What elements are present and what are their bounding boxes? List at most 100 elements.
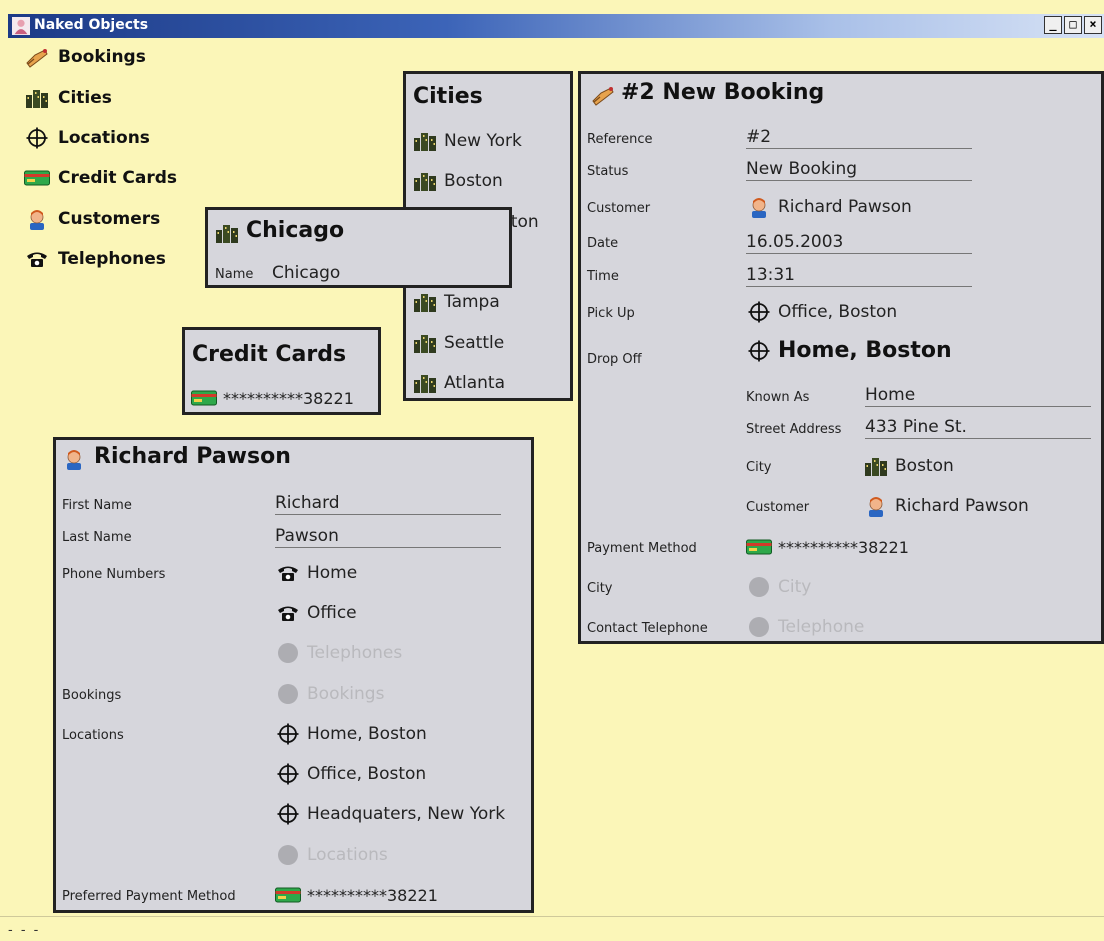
- payment-method-label: Payment Method: [587, 541, 697, 556]
- telephone-icon: [26, 250, 48, 268]
- city-list-item[interactable]: New York: [412, 130, 522, 152]
- credit-cards-window[interactable]: Credit Cards **********38221: [182, 327, 381, 415]
- phone-item[interactable]: Office: [275, 602, 357, 624]
- city-icon: [214, 222, 240, 244]
- name-value[interactable]: Chicago: [272, 263, 340, 283]
- city-icon: [413, 291, 437, 313]
- street-address-label: Street Address: [746, 422, 842, 437]
- preferred-payment-label: Preferred Payment Method: [62, 889, 236, 904]
- desktop-item-label: Bookings: [58, 47, 146, 67]
- status-field[interactable]: New Booking: [746, 159, 972, 181]
- dropoff-customer-ref[interactable]: Richard Pawson: [863, 495, 1029, 517]
- city-list-item[interactable]: Tampa: [412, 291, 500, 313]
- title-bar[interactable]: Naked Objects _ □ ×: [8, 14, 1104, 38]
- booking-customer-ref[interactable]: Richard Pawson: [746, 196, 912, 218]
- first-name-label: First Name: [62, 498, 132, 513]
- chicago-window-title: Chicago: [246, 218, 345, 243]
- dropoff-label: Drop Off: [587, 352, 642, 367]
- desktop-item-label: Credit Cards: [58, 168, 178, 188]
- naked-objects-app-icon: [12, 17, 30, 35]
- city-list-item[interactable]: Seattle: [412, 332, 504, 354]
- telephone-icon: [277, 564, 299, 582]
- customer-icon: [866, 495, 886, 517]
- dropoff-customer-label: Customer: [746, 500, 810, 515]
- location-icon: [26, 127, 48, 149]
- time-field[interactable]: 13:31: [746, 265, 972, 287]
- payment-method-card[interactable]: **********38221: [746, 536, 909, 558]
- cities-window-title: Cities: [413, 84, 483, 109]
- phone-item[interactable]: Home: [275, 562, 357, 584]
- date-field[interactable]: 16.05.2003: [746, 232, 972, 254]
- desktop-item-credit-cards[interactable]: Credit Cards: [24, 167, 177, 189]
- credit-card-icon: [191, 390, 217, 406]
- location-item[interactable]: Home, Boston: [275, 723, 427, 745]
- dropoff-location-ref[interactable]: Home, Boston: [746, 338, 952, 363]
- desktop-item-label: Telephones: [58, 249, 166, 269]
- location-icon: [277, 763, 299, 785]
- desktop-item-label: Cities: [58, 88, 112, 108]
- desktop-item-customers[interactable]: Customers: [24, 208, 160, 230]
- city-list-item[interactable]: Boston: [412, 170, 503, 192]
- reference-field[interactable]: #2: [746, 127, 972, 149]
- status-bar: - - -: [0, 916, 1104, 941]
- preferred-payment-card[interactable]: **********38221: [275, 884, 438, 906]
- minimize-button[interactable]: _: [1044, 16, 1062, 34]
- bookings-empty-slot[interactable]: Bookings: [275, 683, 384, 705]
- city-icon: [413, 332, 437, 354]
- city-icon: [413, 130, 437, 152]
- phones-empty-slot[interactable]: Telephones: [275, 642, 402, 664]
- empty-placeholder-icon: [749, 617, 769, 637]
- desktop-item-bookings[interactable]: Bookings: [24, 46, 146, 68]
- last-name-field[interactable]: Pawson: [275, 526, 501, 548]
- location-item[interactable]: Office, Boston: [275, 763, 426, 785]
- contact-telephone-label: Contact Telephone: [587, 621, 708, 636]
- bookings-icon: [591, 84, 615, 106]
- known-as-field[interactable]: Home: [865, 385, 1091, 407]
- status-text: - - -: [8, 923, 41, 938]
- empty-placeholder-icon: [278, 643, 298, 663]
- maximize-button[interactable]: □: [1064, 16, 1082, 34]
- city-icon: [413, 170, 437, 192]
- city-label: City: [587, 581, 613, 596]
- city-list-item[interactable]: Atlanta: [412, 372, 505, 394]
- locations-empty-slot[interactable]: Locations: [275, 844, 388, 866]
- customer-window[interactable]: Richard Pawson First Name Richard Last N…: [53, 437, 534, 913]
- desktop-item-locations[interactable]: Locations: [24, 127, 150, 149]
- window-title: Naked Objects: [34, 17, 149, 33]
- city-icon: [864, 455, 888, 477]
- customer-icon: [27, 208, 47, 230]
- chicago-window[interactable]: Chicago Name Chicago: [205, 207, 512, 288]
- reference-label: Reference: [587, 132, 653, 147]
- last-name-label: Last Name: [62, 530, 132, 545]
- time-label: Time: [587, 269, 619, 284]
- desktop-item-telephones[interactable]: Telephones: [24, 248, 166, 270]
- desktop-item-label: Customers: [58, 209, 161, 229]
- bookings-icon: [25, 46, 49, 68]
- customer-label: Customer: [587, 201, 651, 216]
- known-as-label: Known As: [746, 390, 810, 405]
- pickup-location-ref[interactable]: Office, Boston: [746, 301, 897, 323]
- dropoff-city-ref[interactable]: Boston: [863, 455, 954, 477]
- city-empty-slot[interactable]: City: [746, 576, 811, 598]
- contact-telephone-empty-slot[interactable]: Telephone: [746, 616, 864, 638]
- credit-card-icon: [24, 170, 50, 186]
- customer-window-title: Richard Pawson: [94, 444, 291, 469]
- city-icon: [25, 87, 49, 109]
- credit-card-item[interactable]: **********38221: [191, 387, 354, 409]
- empty-placeholder-icon: [278, 845, 298, 865]
- desktop-item-cities[interactable]: Cities: [24, 87, 112, 109]
- street-address-field[interactable]: 433 Pine St.: [865, 417, 1091, 439]
- name-label: Name: [215, 267, 254, 282]
- date-label: Date: [587, 236, 619, 251]
- close-button[interactable]: ×: [1084, 16, 1102, 34]
- booking-window-title: #2 New Booking: [621, 80, 825, 105]
- credit-cards-window-title: Credit Cards: [192, 342, 347, 367]
- booking-window[interactable]: #2 New Booking Reference #2 Status New B…: [578, 71, 1104, 644]
- first-name-field[interactable]: Richard: [275, 493, 501, 515]
- location-item[interactable]: Headquaters, New York: [275, 803, 505, 825]
- pickup-label: Pick Up: [587, 306, 635, 321]
- empty-placeholder-icon: [749, 577, 769, 597]
- status-label: Status: [587, 164, 629, 179]
- telephone-icon: [277, 604, 299, 622]
- desktop-item-label: Locations: [58, 128, 150, 148]
